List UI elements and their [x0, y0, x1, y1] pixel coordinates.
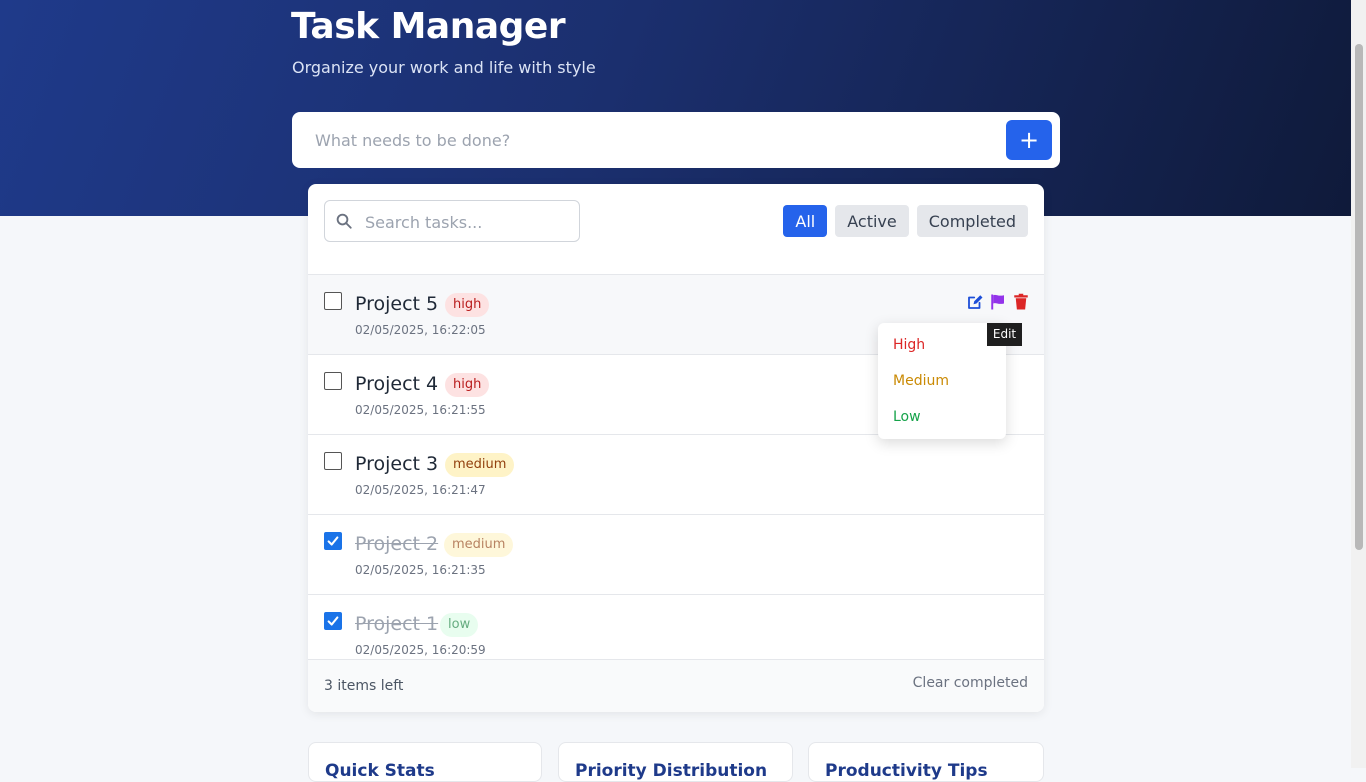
page-subtitle: Organize your work and life with style: [292, 58, 596, 77]
task-checkbox[interactable]: [324, 292, 342, 310]
priority-option-high[interactable]: High: [893, 337, 925, 353]
task-title: Project 4: [355, 373, 439, 395]
task-item[interactable]: Project 2 medium 02/05/2025, 16:21:35: [308, 515, 1044, 595]
task-date: 02/05/2025, 16:21:35: [355, 563, 486, 577]
stats-card-title: Productivity Tips: [825, 761, 988, 781]
task-checkbox[interactable]: [324, 612, 342, 630]
task-item[interactable]: Project 1 low 02/05/2025, 16:20:59: [308, 595, 1044, 660]
task-date: 02/05/2025, 16:22:05: [355, 323, 486, 337]
search-icon: [336, 213, 352, 229]
task-checkbox[interactable]: [324, 452, 342, 470]
page-scrollbar[interactable]: [1351, 0, 1366, 768]
add-task-button[interactable]: +: [1006, 120, 1052, 160]
clear-completed-button[interactable]: Clear completed: [913, 675, 1028, 691]
new-task-form: +: [292, 112, 1060, 168]
task-title: Project 2: [355, 533, 439, 555]
search-input[interactable]: [363, 201, 577, 243]
delete-icon[interactable]: [1012, 293, 1030, 311]
task-title: Project 5: [355, 293, 439, 315]
task-card: All Active Completed Project 5 high 02/0…: [308, 184, 1044, 712]
filter-all-button[interactable]: All: [783, 205, 828, 237]
task-date: 02/05/2025, 16:20:59: [355, 643, 486, 657]
priority-option-low[interactable]: Low: [893, 409, 921, 425]
new-task-input[interactable]: [292, 112, 992, 168]
filter-completed-button[interactable]: Completed: [916, 205, 1028, 237]
task-date: 02/05/2025, 16:21:47: [355, 483, 486, 497]
edit-icon[interactable]: [966, 293, 984, 311]
filter-active-button[interactable]: Active: [835, 205, 909, 237]
priority-badge: low: [440, 613, 479, 637]
checkmark-icon: [327, 536, 339, 546]
stats-card-title: Quick Stats: [325, 761, 435, 781]
priority-option-medium[interactable]: Medium: [893, 373, 949, 389]
page-title: Task Manager: [291, 6, 566, 47]
task-checkbox[interactable]: [324, 532, 342, 550]
task-footer: 3 items left Clear completed: [308, 659, 1044, 712]
priority-badge: high: [445, 293, 490, 317]
edit-tooltip: Edit: [987, 323, 1022, 346]
stats-card-quick: Quick Stats: [308, 742, 542, 782]
priority-badge: high: [445, 373, 490, 397]
flag-icon[interactable]: [989, 293, 1007, 311]
stats-card-title: Priority Distribution: [575, 761, 768, 781]
priority-badge: medium: [445, 453, 515, 477]
task-date: 02/05/2025, 16:21:55: [355, 403, 486, 417]
priority-badge: medium: [444, 533, 514, 557]
task-checkbox[interactable]: [324, 372, 342, 390]
task-title: Project 1: [355, 613, 439, 635]
task-title: Project 3: [355, 453, 439, 475]
stats-card-tips: Productivity Tips: [808, 742, 1044, 782]
task-actions: [966, 293, 1030, 311]
search-box: [324, 200, 580, 243]
stats-card-priority: Priority Distribution: [558, 742, 793, 782]
filter-group: All Active Completed: [783, 205, 1028, 237]
items-left-count: 3 items left: [324, 678, 404, 694]
task-item[interactable]: Project 3 medium 02/05/2025, 16:21:47: [308, 435, 1044, 515]
checkmark-icon: [327, 616, 339, 626]
scrollbar-thumb[interactable]: [1355, 44, 1363, 550]
